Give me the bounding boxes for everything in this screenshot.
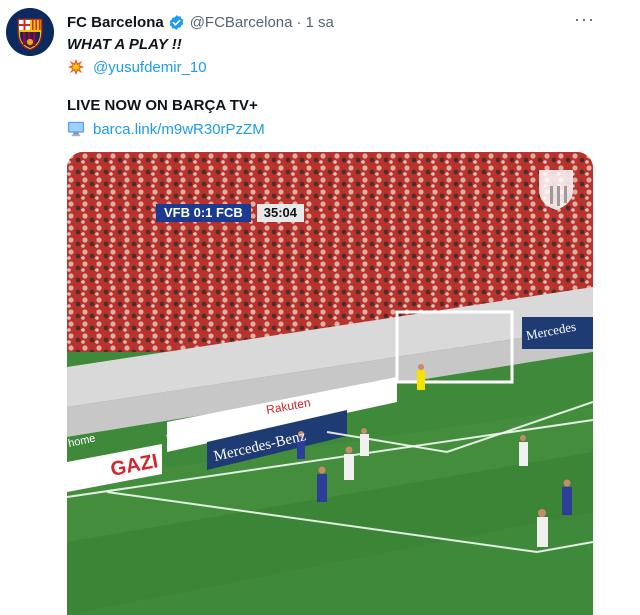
author-handle[interactable]: @FCBarcelona (190, 14, 293, 31)
fc-barcelona-crest-icon (6, 8, 54, 56)
more-icon[interactable]: ··· (574, 10, 594, 32)
verified-badge-icon (169, 14, 184, 30)
scoreboard: VFB 0:1 FCB 35:04 (156, 204, 304, 222)
video-player[interactable]: GAZI Mercedes-Benz Mercedes Rakuten Your… (67, 152, 593, 615)
explosion-icon (67, 58, 85, 76)
tweet-text-line: WHAT A PLAY !! (67, 36, 182, 53)
mention-line: @yusufdemir_10 (67, 58, 207, 76)
author-name[interactable]: FC Barcelona (67, 14, 164, 31)
video-frame: GAZI Mercedes-Benz Mercedes Rakuten Your… (67, 152, 593, 615)
tweet-timestamp[interactable]: 1 sa (305, 14, 333, 31)
link-line: barca.link/m9wR30rPzZM (67, 120, 265, 138)
tweet-text-line: LIVE NOW ON BARÇA TV+ (67, 97, 258, 114)
mention-link[interactable]: @yusufdemir_10 (93, 59, 207, 76)
scoreboard-clock: 35:04 (256, 204, 304, 222)
computer-icon (67, 121, 85, 137)
scoreboard-teams: VFB 0:1 FCB (156, 204, 251, 222)
external-link[interactable]: barca.link/m9wR30rPzZM (93, 121, 265, 138)
tweet-header: FC Barcelona @FCBarcelona · 1 sa (67, 12, 334, 32)
avatar[interactable] (6, 8, 54, 56)
separator-dot: · (296, 13, 302, 31)
